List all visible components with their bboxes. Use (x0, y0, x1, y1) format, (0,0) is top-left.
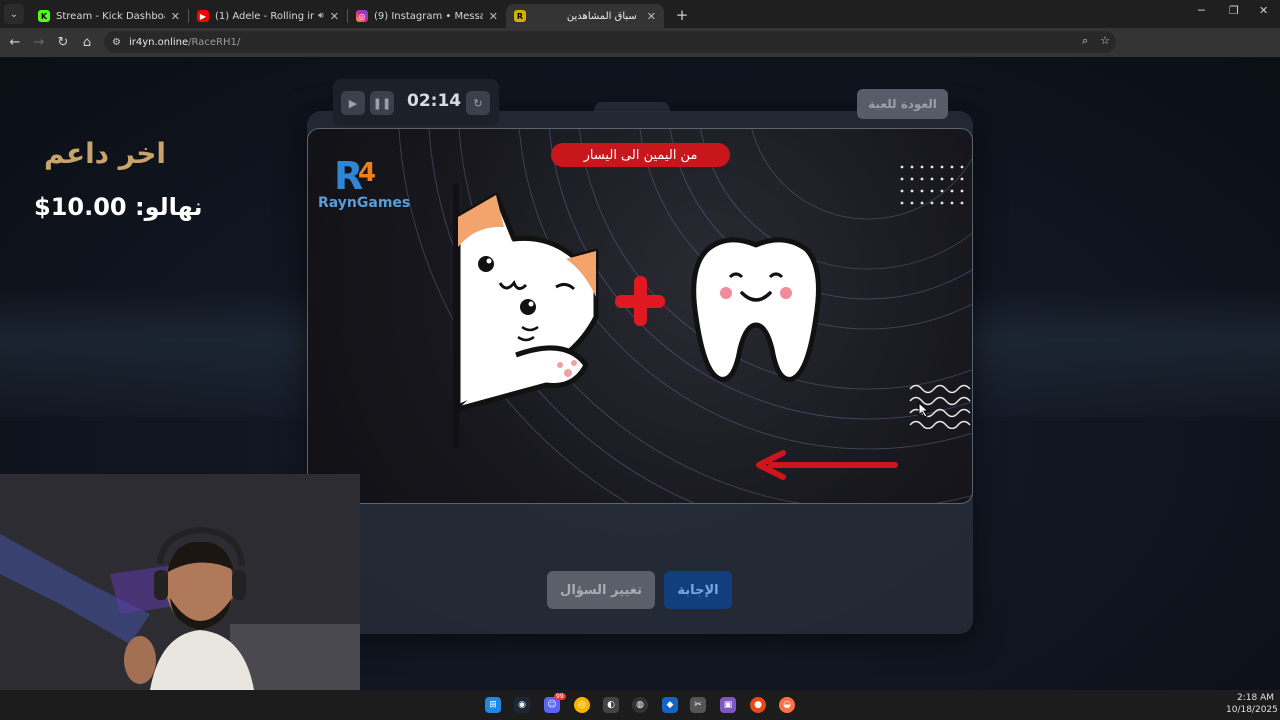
direction-arrow-icon (756, 450, 898, 480)
speaker-icon[interactable]: 🔊︎ (318, 11, 324, 21)
answer-button[interactable]: الإجابة (664, 571, 732, 609)
windows-taskbar: ⊞ ◉ ☺ 99 ◎ ◐ ◍ ◆ ✂ ▣ ● ◒ (0, 690, 1280, 720)
change-question-button[interactable]: تغيير السؤال (547, 571, 655, 609)
tab-title: (9) Instagram • Messages (374, 10, 483, 22)
tab-close-icon[interactable]: ✕ (647, 10, 656, 23)
puzzle-stage: R 4 RaynGames من اليمين الى اليسار (307, 128, 973, 504)
pause-button[interactable]: ❚❚ (370, 91, 394, 115)
obs-studio-icon[interactable]: ◍ (632, 697, 648, 713)
forward-arrow-icon[interactable]: → (27, 35, 51, 50)
restore-icon[interactable]: ❐ (1229, 4, 1239, 17)
browser-tab-instagram[interactable]: ◎ (9) Instagram • Messages ✕ (348, 4, 506, 28)
kick-icon: K (38, 10, 50, 22)
youtube-icon: ▶ (197, 10, 209, 22)
firefox-icon[interactable]: ◒ (779, 697, 795, 713)
obs-icon[interactable]: ◐ (603, 697, 619, 713)
streamlabs-icon[interactable]: ▣ (720, 697, 736, 713)
tab-close-icon[interactable]: ✕ (171, 10, 180, 23)
svg-text:4: 4 (358, 158, 376, 188)
back-to-game-button[interactable]: العودة للعبة (857, 89, 948, 119)
reload-icon[interactable]: ↻ (51, 35, 75, 50)
url-host: ir4yn.online (128, 36, 189, 48)
bookmark-star-icon[interactable]: ☆ (1100, 34, 1110, 48)
browser-tab-kick[interactable]: K Stream - Kick Dashboard ✕ (30, 4, 188, 28)
tab-title: سباق المشاهدين (566, 10, 637, 22)
capcut-icon[interactable]: ✂ (690, 697, 706, 713)
site-icon: R (514, 10, 526, 22)
browser-tab-bar: ⌄ K Stream - Kick Dashboard ✕ ▶ (1) Adel… (0, 0, 1280, 28)
browser-tab-race[interactable]: R سباق المشاهدين ✕ (506, 4, 664, 28)
new-tab-button[interactable]: + (672, 6, 692, 24)
windows-start-icon[interactable]: ⊞ (485, 697, 501, 713)
zoom-icon[interactable]: ⌕ (1082, 34, 1088, 48)
tab-search-button[interactable]: ⌄ (4, 4, 24, 24)
tab-close-icon[interactable]: ✕ (330, 10, 339, 23)
tooth-illustration (691, 237, 821, 382)
streamer-camera-feed (0, 474, 360, 690)
url-path: /RaceRH1/ (188, 36, 241, 48)
origin-icon[interactable]: ● (750, 697, 766, 713)
webcam-overlay (0, 474, 360, 690)
browser-toolbar: ← → ↻ ⌂ ⚙ ir4yn.online/RaceRH1/ ⌕ ☆ F ☺ … (0, 28, 1280, 76)
reset-icon: ↻ (473, 96, 483, 110)
brand-name: RaynGames (318, 195, 411, 211)
cat-illustration (456, 192, 599, 412)
address-bar[interactable]: ⚙ ir4yn.online/RaceRH1/ ⌕ ☆ (104, 31, 1116, 53)
discord-badge: 99 (554, 693, 566, 700)
instagram-icon: ◎ (356, 10, 368, 22)
chrome-icon[interactable]: ◎ (574, 697, 590, 713)
back-arrow-icon[interactable]: ← (3, 35, 27, 50)
home-icon[interactable]: ⌂ (75, 35, 99, 50)
timer-display: 02:14 (407, 91, 462, 111)
taskbar-date[interactable]: 10/18/2025 (1226, 705, 1278, 715)
taskbar-time[interactable]: 2:18 AM (1237, 693, 1274, 703)
app-icon[interactable]: ◆ (662, 697, 678, 713)
timer-panel: ▶ ❚❚ 02:14 ↻ (333, 79, 499, 126)
tab-title: (1) Adele - Rolling in the Dee (215, 10, 315, 22)
rayngames-logo: R 4 (334, 154, 376, 195)
play-button[interactable]: ▶ (341, 91, 365, 115)
play-icon: ▶ (348, 96, 358, 110)
mouse-cursor-icon (918, 402, 930, 418)
close-window-icon[interactable]: ✕ (1259, 4, 1268, 17)
dots-decoration (900, 165, 964, 205)
pause-icon: ❚❚ (372, 96, 392, 110)
direction-hint: من اليمين الى اليسار (551, 143, 730, 167)
minimize-icon[interactable]: ─ (1198, 4, 1205, 17)
last-donor-amount: نهالو: 10.00$ (34, 193, 203, 221)
tab-close-icon[interactable]: ✕ (489, 10, 498, 23)
site-info-icon[interactable]: ⚙ (112, 37, 121, 48)
tab-title: Stream - Kick Dashboard (56, 10, 165, 22)
plus-icon (615, 276, 665, 326)
steam-icon[interactable]: ◉ (514, 697, 530, 713)
reset-button[interactable]: ↻ (466, 91, 490, 115)
browser-tab-youtube[interactable]: ▶ (1) Adele - Rolling in the Dee 🔊︎ ✕ (189, 4, 347, 28)
last-donor-title: اخر داعم (44, 137, 166, 170)
